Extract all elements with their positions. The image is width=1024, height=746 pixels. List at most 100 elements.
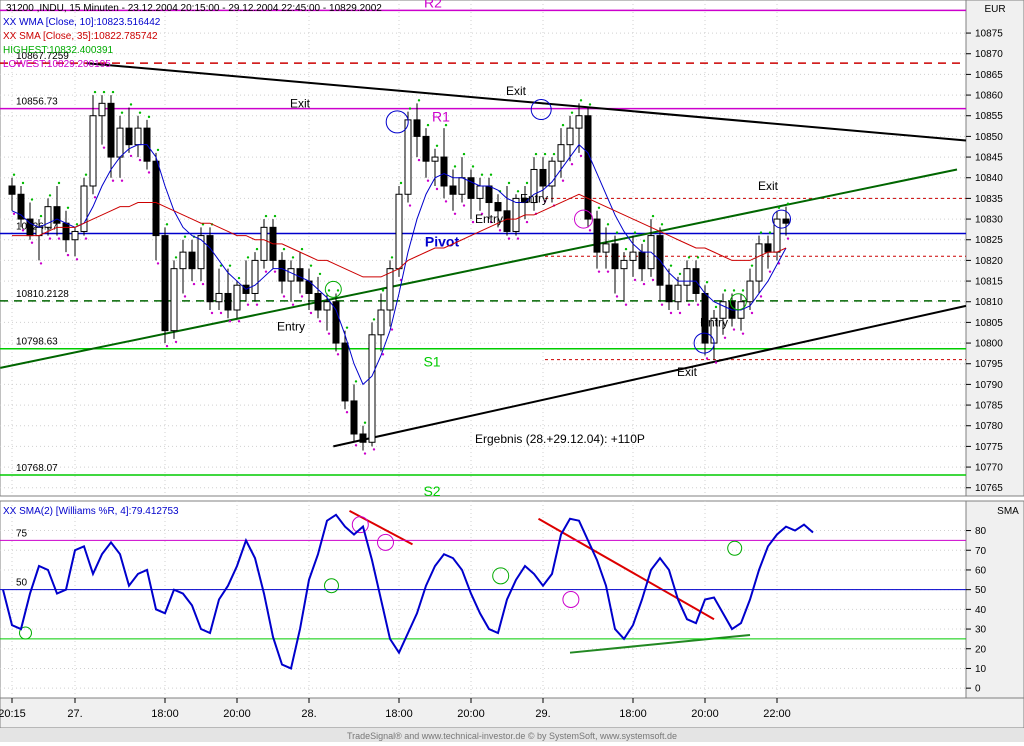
lowest-dot xyxy=(669,311,673,315)
candle-body-up xyxy=(476,185,484,199)
candle-body-up xyxy=(746,280,754,303)
lowest-dot xyxy=(273,270,277,273)
lowest-dot xyxy=(192,282,196,286)
lowest-dot xyxy=(75,258,79,261)
highest-dot xyxy=(372,318,376,321)
highest-dot xyxy=(435,144,439,147)
lowest-dot xyxy=(507,237,511,240)
lowest-dot xyxy=(165,344,169,348)
price-tick-label-14: 10835 xyxy=(975,194,1003,205)
lowest-dot xyxy=(615,295,619,298)
lowest-dot xyxy=(174,340,178,344)
indicator-lowest: LOWEST:10829.200195 xyxy=(3,59,111,70)
lowest-dot xyxy=(660,303,664,306)
candle-body-up xyxy=(179,251,187,270)
lowest-dot xyxy=(588,229,592,232)
lowest-dot xyxy=(102,146,106,149)
lowest-dot xyxy=(579,154,583,158)
candle-body-down xyxy=(314,292,322,311)
highest-dot xyxy=(417,99,421,102)
highest-dot xyxy=(309,264,313,267)
highest-dot xyxy=(390,256,394,259)
highest-dot xyxy=(723,289,727,292)
candle-body-up xyxy=(98,102,106,117)
chart-title: 31200 ,INDU, 15 Minuten - 23.12.2004 20:… xyxy=(6,3,382,14)
candle-body-down xyxy=(359,433,367,443)
candle-body-down xyxy=(8,185,16,195)
level-marker-pivot: Pivot xyxy=(425,234,460,250)
lowest-dot xyxy=(453,212,457,215)
candle-body-up xyxy=(71,230,79,241)
candle-body-up xyxy=(458,177,466,195)
price-tick-label-10: 10815 xyxy=(975,277,1003,288)
highest-dot xyxy=(669,264,673,267)
indicator-level-label-50: 50 xyxy=(16,578,28,589)
lowest-dot xyxy=(768,270,772,273)
highest-dot xyxy=(399,181,403,185)
highest-dot xyxy=(651,214,655,218)
candle-body-up xyxy=(377,309,385,336)
highest-dot xyxy=(732,289,736,292)
highest-dot xyxy=(273,214,277,218)
candle-body-up xyxy=(134,127,142,146)
chart-root: EUR SMA R210867.725910856.73R110826.37Pi… xyxy=(0,0,1024,742)
lowest-dot xyxy=(651,278,655,282)
highest-dot xyxy=(426,123,430,127)
time-tick-label-10: 22:00 xyxy=(763,708,791,720)
time-tick-label-9: 20:00 xyxy=(691,708,719,720)
annotation-label-exit: Exit xyxy=(758,179,779,193)
highest-dot xyxy=(552,152,556,156)
candle-body-up xyxy=(251,259,259,294)
lowest-dot xyxy=(372,448,376,451)
indicator-tick-label-6: 60 xyxy=(975,565,987,576)
level-marker-r1: R1 xyxy=(432,109,450,125)
lowest-dot xyxy=(255,303,259,306)
indicator-tick-label-2: 20 xyxy=(975,644,987,655)
lowest-dot xyxy=(129,154,133,158)
candle-body-down xyxy=(782,218,790,224)
candle-body-up xyxy=(233,284,241,311)
lowest-dot xyxy=(120,179,124,182)
highest-dot xyxy=(291,256,295,259)
level-label-s1: 10798.63 xyxy=(16,337,58,348)
highest-dot xyxy=(237,276,241,280)
candle-body-up xyxy=(260,226,268,261)
lowest-dot xyxy=(786,237,790,240)
lowest-dot xyxy=(237,320,241,323)
candle-body-up xyxy=(755,243,763,282)
lowest-dot xyxy=(633,278,637,282)
highest-dot xyxy=(327,289,331,292)
time-tick-label-3: 20:00 xyxy=(223,708,251,720)
indicator-wma: XX WMA [Close, 10]:10823.516442 xyxy=(3,17,161,28)
highest-dot xyxy=(462,152,466,156)
candle-body-up xyxy=(629,251,637,261)
candle-body-down xyxy=(611,243,619,270)
highest-dot xyxy=(741,289,745,292)
candle-body-down xyxy=(341,342,349,402)
lowest-dot xyxy=(624,303,628,306)
candle-body-up xyxy=(674,284,682,303)
candle-body-up xyxy=(386,268,394,311)
candle-body-down xyxy=(278,259,286,282)
highest-dot xyxy=(183,235,187,238)
indicator-tick-label-4: 40 xyxy=(975,605,987,616)
lowest-dot xyxy=(759,295,763,298)
candle-body-down xyxy=(413,119,421,137)
highest-dot xyxy=(30,198,34,201)
highest-dot xyxy=(129,103,133,106)
highest-dot xyxy=(12,173,16,176)
price-tick-label-18: 10855 xyxy=(975,111,1003,122)
highest-dot xyxy=(489,173,493,176)
highest-dot xyxy=(363,421,367,424)
lowest-dot xyxy=(723,336,727,339)
indicator-tick-label-7: 70 xyxy=(975,546,987,557)
price-tick-label-22: 10875 xyxy=(975,29,1003,40)
highest-dot xyxy=(588,103,592,106)
lowest-dot xyxy=(219,311,223,315)
annotation-label-entry: Entry xyxy=(700,316,728,330)
price-tick-label-13: 10830 xyxy=(975,215,1003,226)
candle-body-up xyxy=(566,127,574,146)
candle-body-down xyxy=(296,268,304,282)
footer-text: TradeSignal® and www.technical-investor.… xyxy=(347,731,677,741)
lowest-dot xyxy=(84,237,88,240)
